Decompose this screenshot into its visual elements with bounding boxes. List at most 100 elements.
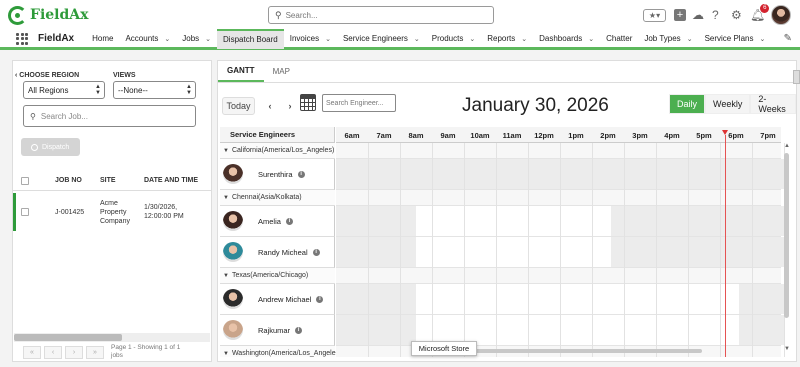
collapse-triangle-icon[interactable]: ▼	[223, 273, 229, 279]
nav-item-jobs[interactable]: Jobs ⌄	[176, 29, 217, 49]
nav-item-dashboards[interactable]: Dashboards ⌄	[533, 29, 600, 49]
group-lane[interactable]	[336, 190, 781, 206]
user-avatar[interactable]	[771, 5, 791, 25]
group-lane[interactable]	[336, 143, 781, 159]
scroll-down-icon[interactable]: ▼	[784, 346, 790, 352]
dispatch-button[interactable]: Dispatch	[21, 138, 80, 156]
help-question-icon[interactable]: ?	[712, 8, 719, 22]
nav-item-invoices[interactable]: Invoices ⌄	[284, 29, 337, 49]
info-icon[interactable]: i	[316, 295, 324, 303]
job-row-checkbox[interactable]	[21, 208, 29, 216]
view-daily-button[interactable]: Daily	[669, 94, 706, 114]
tab-map[interactable]: MAP	[264, 61, 299, 82]
engineer-lane[interactable]	[336, 315, 784, 346]
search-engineer-input[interactable]: Search Engineer...	[322, 94, 396, 112]
nav-item-home[interactable]: Home	[86, 29, 119, 49]
job-list-horizontal-scrollbar[interactable]	[14, 333, 210, 342]
engineer-lane[interactable]	[336, 206, 784, 237]
engineer-row[interactable]: Randy Micheal i	[220, 237, 335, 268]
engineer-lane[interactable]	[336, 159, 784, 190]
nav-item-reports[interactable]: Reports ⌄	[481, 29, 533, 49]
chevron-down-icon[interactable]: ⌄	[164, 35, 170, 43]
engineer-lane[interactable]	[336, 284, 784, 315]
chevron-down-icon[interactable]: ⌄	[205, 35, 211, 43]
chevron-left-icon[interactable]: ‹	[262, 97, 278, 115]
scrollbar-thumb[interactable]	[458, 349, 702, 353]
nav-item-service-engineers[interactable]: Service Engineers ⌄	[337, 29, 426, 49]
search-job-input[interactable]: ⚲ Search Job...	[23, 105, 196, 127]
hour-gridline	[752, 143, 753, 357]
nav-item-chatter[interactable]: Chatter	[600, 29, 638, 49]
chevron-down-icon[interactable]: ⌄	[521, 35, 527, 43]
nav-item-service-plans[interactable]: Service Plans ⌄	[699, 29, 772, 49]
select-all-checkbox[interactable]	[21, 176, 29, 185]
gantt-time-area[interactable]: 6am 7am 8am 9am 10am 11am 12pm 1pm 2pm 3pm 4pm 5pm 6…	[336, 127, 785, 357]
next-page-icon[interactable]: ›	[65, 345, 83, 359]
global-search-placeholder: Search...	[285, 10, 318, 20]
region-group-row[interactable]: ▼ Texas(America/Chicago)	[220, 268, 335, 284]
col-site[interactable]: SITE	[100, 177, 144, 184]
notifications-bell-icon[interactable]: 🔔︎ 6	[750, 4, 770, 22]
scrollbar-thumb[interactable]	[784, 153, 789, 318]
engineer-row[interactable]: Amelia i	[220, 206, 335, 237]
info-icon[interactable]: i	[285, 217, 293, 225]
col-job-no[interactable]: JOB NO	[55, 177, 100, 184]
region-group-row[interactable]: ▼ California(America/Los_Angeles)	[220, 143, 335, 159]
off-hours-block	[336, 315, 416, 345]
engineer-row[interactable]: Rajkumar i	[220, 315, 335, 346]
hour-label: 6am	[344, 131, 360, 140]
chevron-down-icon[interactable]: ⌄	[414, 35, 420, 43]
last-page-icon[interactable]: »	[86, 345, 104, 359]
region-group-row[interactable]: ▼ Washington(America/Los_Angeles)	[220, 346, 341, 357]
view-2-weeks-button[interactable]: 2-Weeks	[750, 94, 796, 114]
scroll-up-icon[interactable]: ▲	[784, 143, 790, 149]
edit-nav-pencil-icon[interactable]: ✎	[784, 33, 792, 44]
hour-gridline	[720, 143, 721, 357]
col-date-time[interactable]: DATE AND TIME	[144, 177, 198, 184]
gantt-vertical-scrollbar[interactable]: ▲ ▼	[782, 143, 792, 355]
chevron-down-icon[interactable]: ⌄	[759, 35, 765, 43]
region-select[interactable]: All Regions ▲ ▼	[23, 81, 105, 99]
side-panel-handle[interactable]	[793, 70, 800, 84]
nav-item-products[interactable]: Products ⌄	[426, 29, 481, 49]
tab-gantt[interactable]: GANTT	[218, 61, 264, 82]
collapse-triangle-icon[interactable]: ▼	[223, 195, 229, 201]
gantt-horizontal-scrollbar[interactable]	[338, 348, 778, 354]
app-launcher-waffle-icon[interactable]	[16, 32, 28, 45]
chevron-down-icon[interactable]: ⌄	[469, 35, 475, 43]
region-select-value: All Regions	[28, 85, 69, 95]
chevron-right-icon[interactable]: ›	[282, 97, 298, 115]
calendar-icon[interactable]	[300, 94, 316, 111]
setup-gear-icon[interactable]: ⚙	[731, 8, 742, 22]
hour-label: 7am	[376, 131, 392, 140]
info-icon[interactable]: i	[312, 248, 320, 256]
today-button[interactable]: Today	[222, 97, 255, 115]
fieldax-logo[interactable]: FieldAx	[8, 5, 88, 25]
group-lane[interactable]	[336, 268, 781, 284]
scrollbar-thumb[interactable]	[14, 334, 122, 341]
chevron-down-icon[interactable]: ⌄	[687, 35, 693, 43]
nav-item-accounts[interactable]: Accounts ⌄	[119, 29, 176, 49]
prev-page-icon[interactable]: ‹	[44, 345, 62, 359]
info-icon[interactable]: i	[297, 170, 305, 178]
nav-item-job-types[interactable]: Job Types ⌄	[638, 29, 698, 49]
chevron-down-icon[interactable]: ⌄	[325, 35, 331, 43]
first-page-icon[interactable]: «	[23, 345, 41, 359]
global-add-plus-icon[interactable]: +	[674, 9, 686, 21]
views-select[interactable]: --None-- ▲ ▼	[113, 81, 196, 99]
view-weekly-button[interactable]: Weekly	[705, 94, 751, 114]
info-icon[interactable]: i	[295, 326, 303, 334]
collapse-triangle-icon[interactable]: ▼	[223, 351, 229, 357]
job-row[interactable]: J-001425 Acme Property Company 1/30/2026…	[13, 193, 211, 231]
chevron-down-icon[interactable]: ⌄	[588, 35, 594, 43]
favorites-star-icon[interactable]: ★▾	[643, 9, 666, 22]
trailhead-cloud-icon[interactable]: ☁	[692, 8, 704, 22]
nav-item-dispatch-board[interactable]: Dispatch Board	[217, 28, 284, 49]
global-search-input[interactable]: ⚲ Search...	[268, 6, 494, 24]
region-group-row[interactable]: ▼ Chennai(Asia/Kolkata)	[220, 190, 335, 206]
nav-item-label: Accounts	[125, 34, 159, 43]
engineer-lane[interactable]	[336, 237, 784, 268]
collapse-triangle-icon[interactable]: ▼	[223, 148, 229, 154]
engineer-row[interactable]: Andrew Michael i	[220, 284, 335, 315]
engineer-row[interactable]: Surenthira i	[220, 159, 335, 190]
